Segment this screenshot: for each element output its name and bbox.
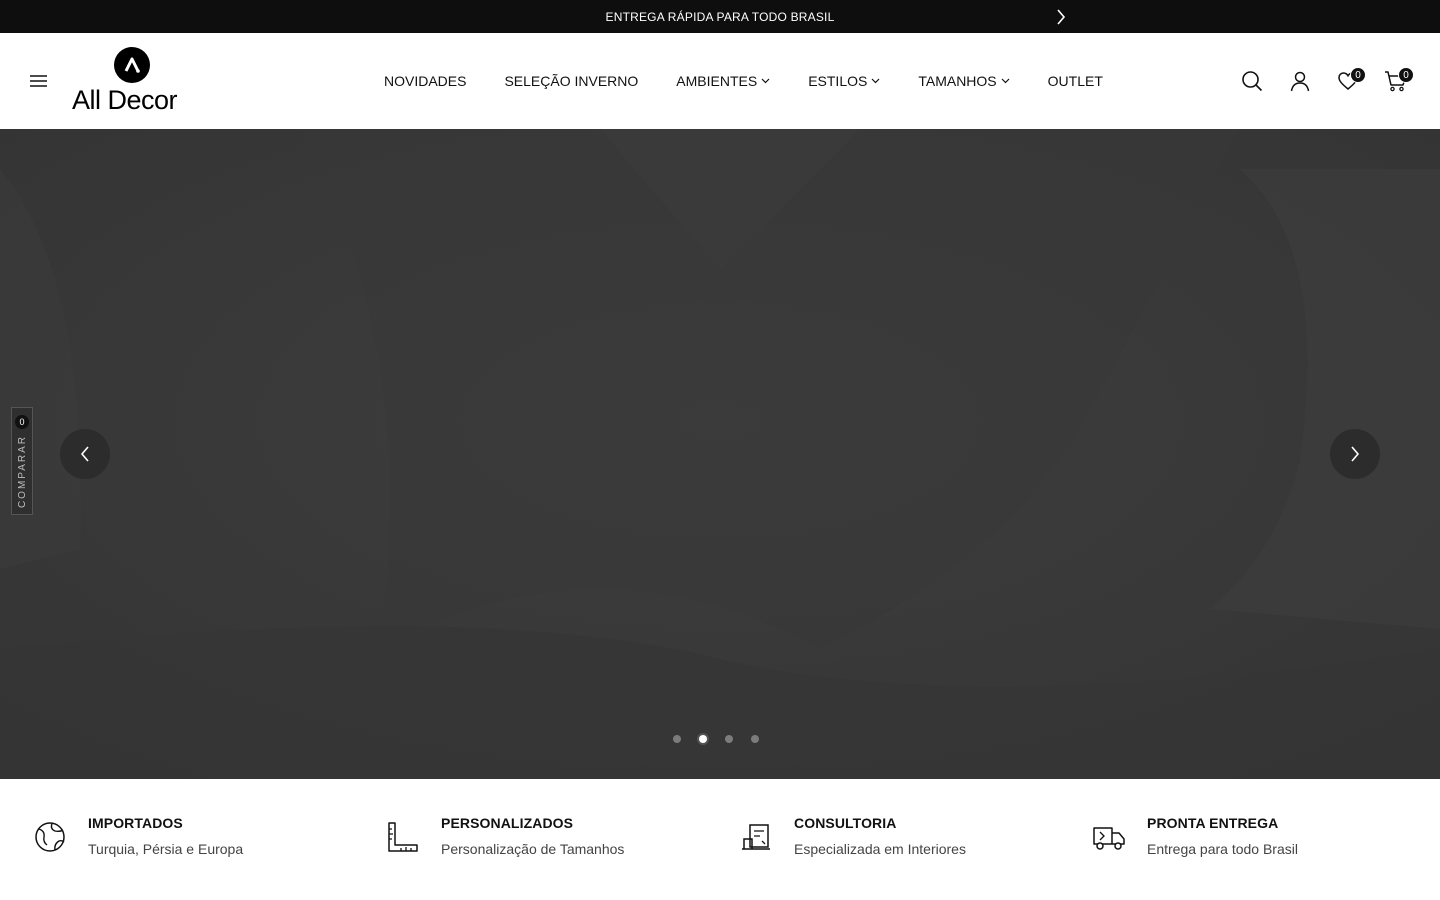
nav-item-tamanhos[interactable]: TAMANHOS	[918, 73, 1010, 89]
slider-prev-button[interactable]	[60, 429, 110, 479]
ruler-icon	[388, 822, 418, 852]
features-strip: IMPORTADOS Turquia, Pérsia e Europa PERS…	[0, 779, 1440, 900]
chevron-right-icon	[1351, 446, 1360, 462]
globe-icon	[35, 822, 65, 852]
slider-pagination	[673, 735, 759, 743]
consulting-icon	[742, 824, 770, 850]
chevron-right-icon	[1057, 9, 1066, 25]
site-header: All Decor NOVIDADES SELEÇÃO INVERNO AMBI…	[0, 33, 1440, 129]
announcement-text: ENTREGA RÁPIDA PARA TODO BRASIL	[605, 9, 835, 24]
hero-slide-image	[0, 129, 1440, 779]
feature-subtitle: Turquia, Pérsia e Europa	[88, 841, 244, 857]
search-icon	[1242, 71, 1263, 92]
chevron-down-icon	[1001, 78, 1010, 84]
feature-title: CONSULTORIA	[794, 815, 897, 831]
main-nav: NOVIDADES SELEÇÃO INVERNO AMBIENTES ESTI…	[384, 33, 1141, 129]
nav-item-ambientes[interactable]: AMBIENTES	[676, 73, 770, 89]
announcement-next-button[interactable]	[1052, 8, 1070, 26]
chevron-down-icon	[871, 78, 880, 84]
wishlist-button[interactable]: 0	[1324, 57, 1372, 105]
feature-importados: IMPORTADOS Turquia, Pérsia e Europa	[32, 815, 243, 857]
nav-item-selecao-inverno[interactable]: SELEÇÃO INVERNO	[504, 73, 638, 89]
feature-title: PRONTA ENTREGA	[1147, 815, 1279, 831]
slider-dot-active[interactable]	[699, 735, 707, 743]
truck-icon	[1093, 827, 1125, 850]
logo[interactable]: All Decor	[70, 45, 196, 119]
cart-count-badge: 0	[1398, 67, 1414, 83]
nav-item-novidades[interactable]: NOVIDADES	[384, 73, 466, 89]
compare-count-badge: 0	[15, 415, 29, 429]
header-actions: 0 0	[1228, 33, 1420, 129]
feature-subtitle: Entrega para todo Brasil	[1147, 841, 1298, 857]
feature-title: PERSONALIZADOS	[441, 815, 574, 831]
feature-consultoria: CONSULTORIA Especializada em Interiores	[738, 815, 966, 857]
feature-title: IMPORTADOS	[88, 815, 183, 831]
logo-wordmark: All Decor	[72, 85, 178, 115]
nav-item-estilos[interactable]: ESTILOS	[808, 73, 880, 89]
chevron-left-icon	[80, 446, 89, 462]
feature-pronta-entrega: PRONTA ENTREGA Entrega para todo Brasil	[1091, 815, 1298, 857]
feature-personalizados: PERSONALIZADOS Personalização de Tamanho…	[385, 815, 624, 857]
menu-button[interactable]	[28, 71, 50, 91]
slider-dot[interactable]	[673, 735, 681, 743]
slider-next-button[interactable]	[1330, 429, 1380, 479]
feature-subtitle: Especializada em Interiores	[794, 841, 966, 857]
logo-mark	[114, 47, 150, 83]
feature-subtitle: Personalização de Tamanhos	[441, 841, 625, 857]
slider-dot[interactable]	[751, 735, 759, 743]
nav-item-outlet[interactable]: OUTLET	[1048, 73, 1103, 89]
wishlist-count-badge: 0	[1350, 67, 1366, 83]
hero-slider[interactable]	[0, 129, 1440, 779]
compare-tab[interactable]: 0 COMPARAR	[11, 407, 33, 515]
account-button[interactable]	[1276, 57, 1324, 105]
cart-button[interactable]: 0	[1372, 57, 1420, 105]
user-icon	[1290, 71, 1310, 92]
slider-dot[interactable]	[725, 735, 733, 743]
announcement-bar: ENTREGA RÁPIDA PARA TODO BRASIL	[0, 0, 1440, 33]
hamburger-icon	[30, 75, 47, 87]
compare-label: COMPARAR	[16, 435, 28, 509]
chevron-down-icon	[761, 78, 770, 84]
search-button[interactable]	[1228, 57, 1276, 105]
